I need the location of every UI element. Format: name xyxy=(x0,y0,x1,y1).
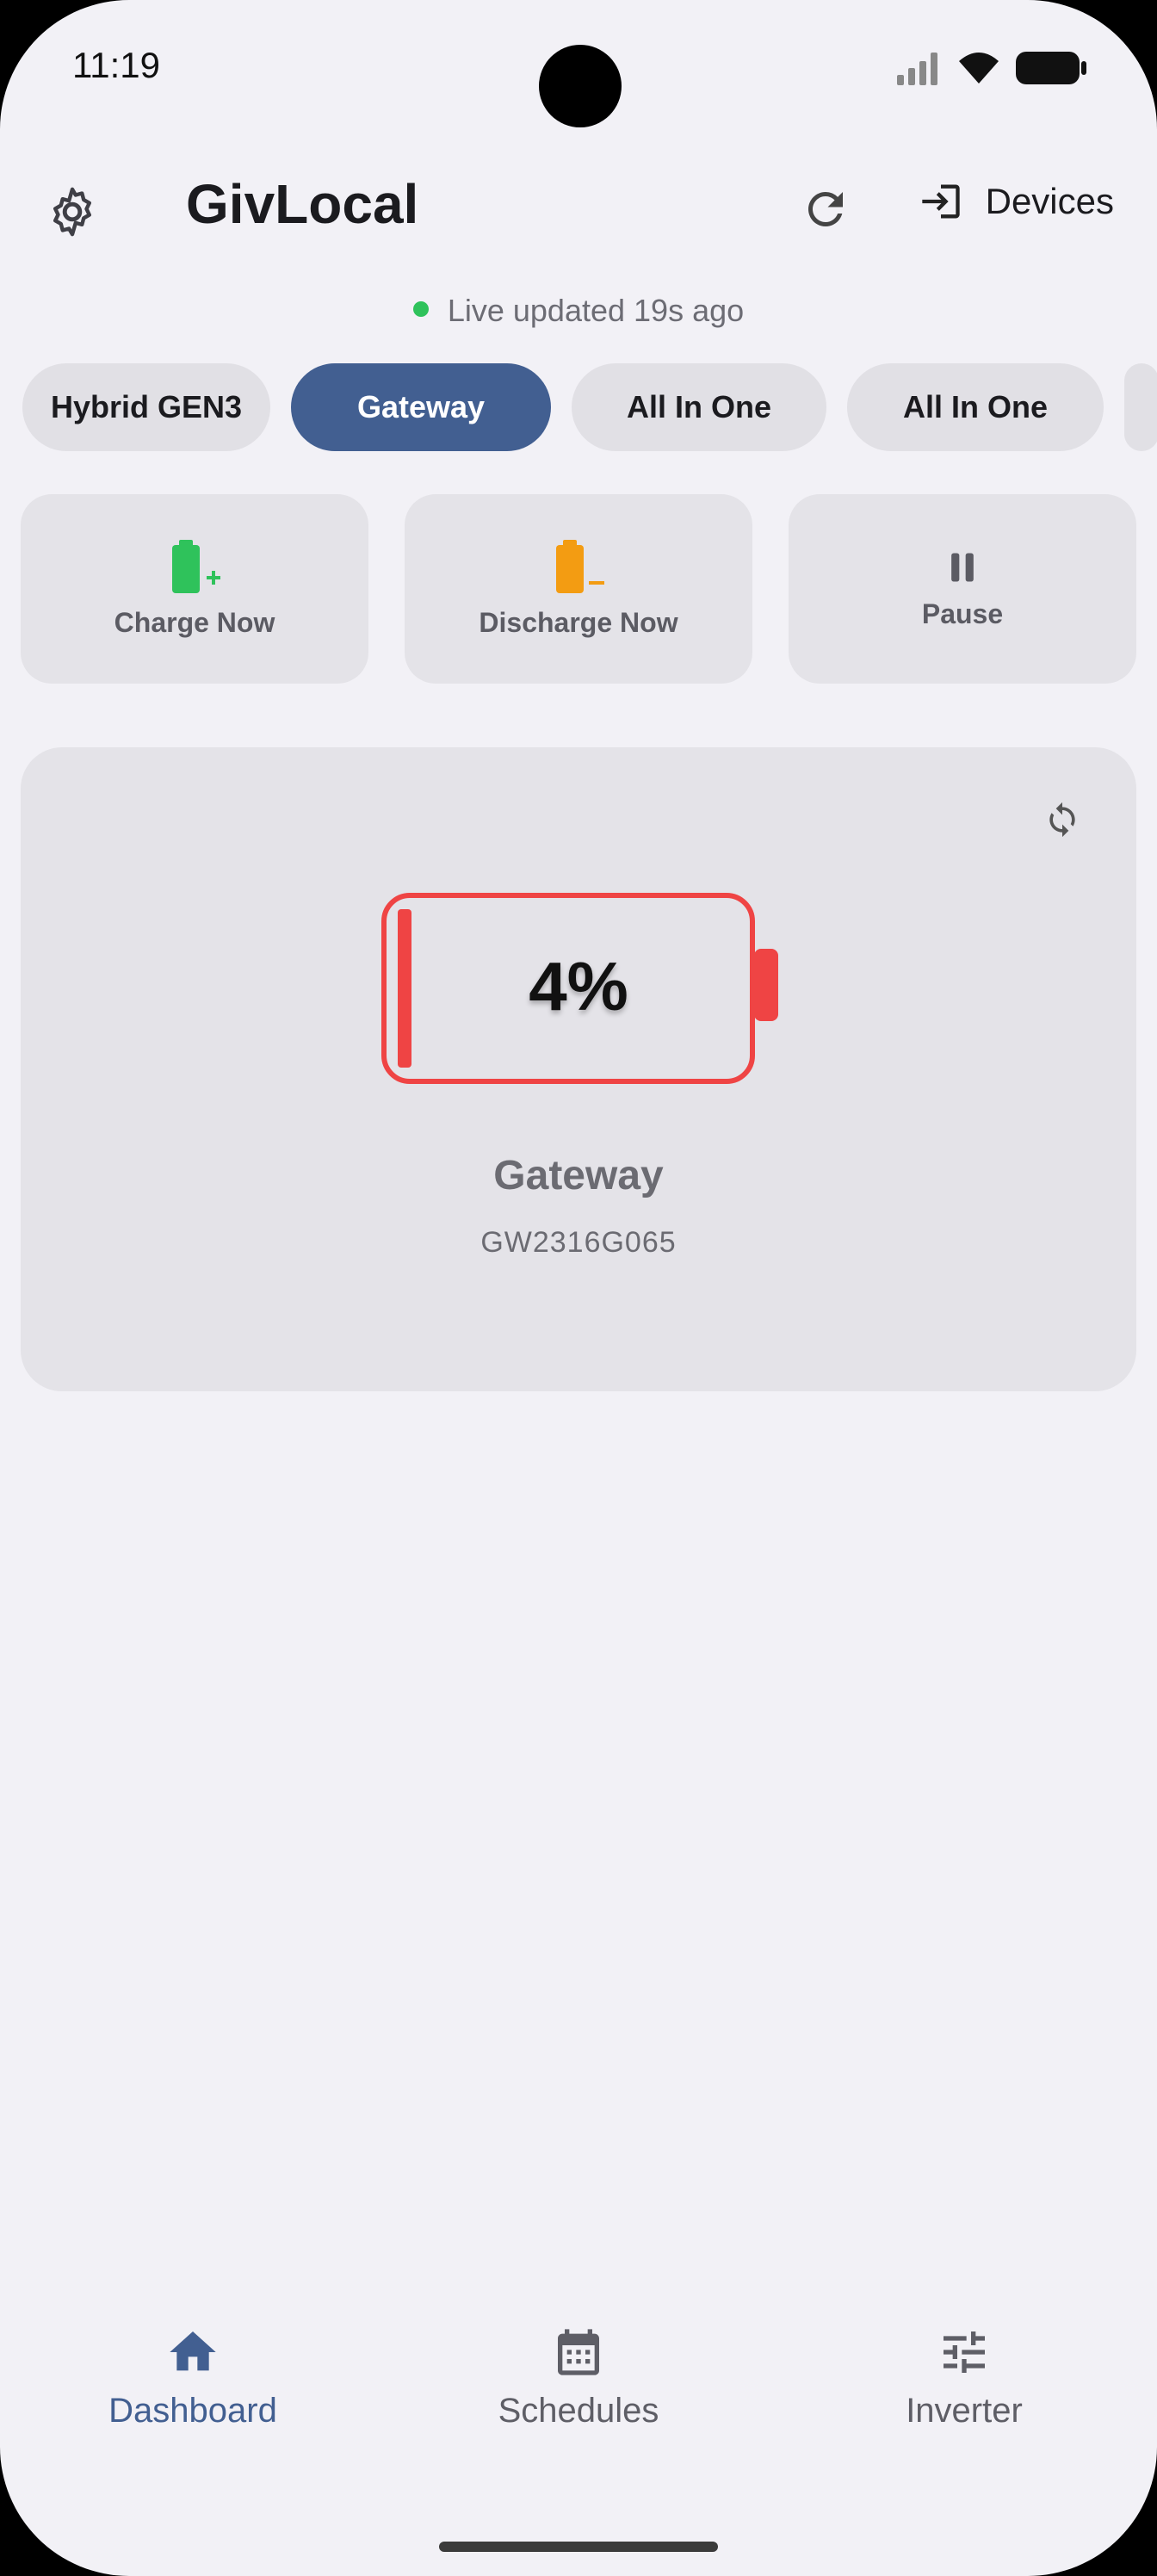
nav-schedules[interactable]: Schedules xyxy=(386,2325,771,2430)
chip-all-in-one-2[interactable]: All In One xyxy=(847,363,1104,451)
calendar-icon xyxy=(558,2329,599,2375)
device-name: Gateway xyxy=(493,1153,664,1198)
card-sync-button[interactable] xyxy=(1036,794,1088,845)
home-icon xyxy=(170,2331,216,2371)
status-time: 11:19 xyxy=(72,45,160,85)
devices-button[interactable]: Devices xyxy=(919,179,1114,224)
chip-all-in-one-1[interactable]: All In One xyxy=(572,363,826,451)
settings-button[interactable] xyxy=(41,181,103,243)
devices-label: Devices xyxy=(985,181,1114,221)
status-icons xyxy=(897,50,1088,86)
signal-icon xyxy=(897,53,937,85)
tune-icon xyxy=(944,2331,985,2373)
nav-dashboard-label: Dashboard xyxy=(108,2392,277,2430)
chip-overflow[interactable] xyxy=(1124,363,1157,451)
discharge-now-button[interactable]: Discharge Now xyxy=(405,494,752,684)
discharge-now-label: Discharge Now xyxy=(479,606,678,638)
wifi-icon xyxy=(959,53,999,84)
login-icon xyxy=(921,184,960,219)
live-indicator-dot xyxy=(412,301,429,318)
device-chips: Hybrid GEN3 Gateway All In One All In On… xyxy=(22,363,1157,451)
phone-screen: 11:19 GivLocal Devices Live updated 19s … xyxy=(0,0,1157,2576)
gear-icon xyxy=(53,187,91,237)
battery-card: 4% Gateway GW2316G065 xyxy=(21,747,1136,1391)
nav-inverter[interactable]: Inverter xyxy=(771,2325,1157,2430)
pause-button[interactable]: Pause xyxy=(789,494,1136,684)
home-indicator xyxy=(439,2542,718,2552)
bottom-nav: Dashboard Schedules Inverter xyxy=(0,2325,1157,2430)
battery-discharge-icon xyxy=(556,539,604,593)
battery-charge-icon xyxy=(172,539,220,593)
app-title: GivLocal xyxy=(186,173,419,235)
camera-cutout xyxy=(539,45,622,127)
chip-gateway[interactable]: Gateway xyxy=(291,363,551,451)
chip-hybrid-gen3[interactable]: Hybrid GEN3 xyxy=(22,363,270,451)
charge-now-button[interactable]: Charge Now xyxy=(21,494,368,684)
battery-percent: 4% xyxy=(529,948,628,1025)
sync-icon xyxy=(1049,802,1075,838)
charge-now-label: Charge Now xyxy=(114,606,275,638)
battery-status-icon xyxy=(1016,52,1086,84)
nav-dashboard[interactable]: Dashboard xyxy=(0,2325,386,2430)
refresh-button[interactable] xyxy=(795,179,856,239)
pause-icon xyxy=(951,553,974,581)
action-buttons: Charge Now Discharge Now Pause xyxy=(21,494,1136,684)
nav-schedules-label: Schedules xyxy=(498,2392,659,2430)
device-serial: GW2316G065 xyxy=(480,1226,677,1259)
nav-inverter-label: Inverter xyxy=(906,2392,1023,2430)
refresh-icon xyxy=(808,192,843,226)
pause-label: Pause xyxy=(921,598,1004,629)
live-status-text: Live updated 19s ago xyxy=(447,293,745,328)
live-status: Live updated 19s ago xyxy=(0,293,1157,329)
